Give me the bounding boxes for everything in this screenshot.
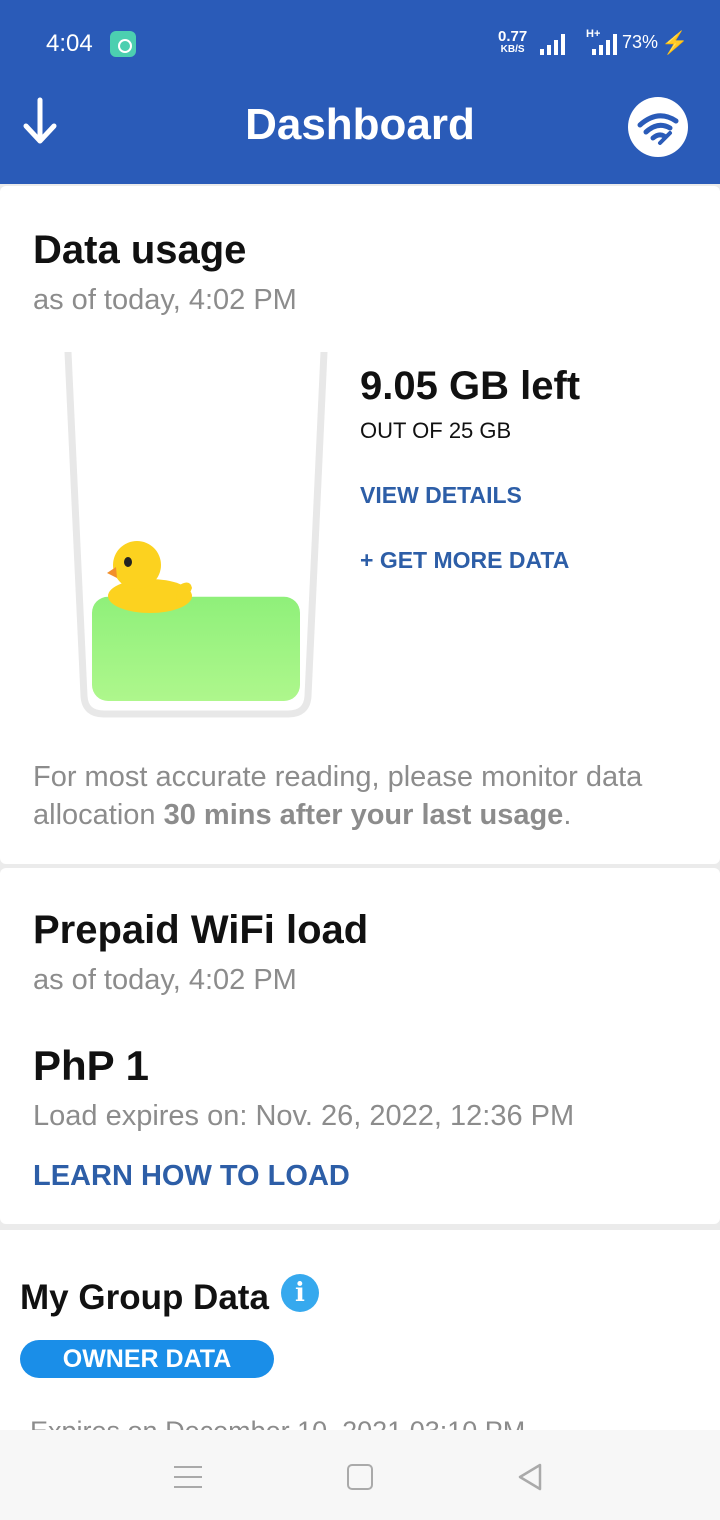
learn-how-to-load-link[interactable]: LEARN HOW TO LOAD (33, 1160, 350, 1193)
load-balance: PhP 1 (33, 1042, 149, 1089)
status-bar: 4:04 0.77 KB/S H+ 73% ⚡ (0, 0, 720, 86)
prepaid-as-of: as of today, 4:02 PM (33, 964, 297, 996)
wifi-logo-icon[interactable] (628, 97, 688, 157)
load-expiry: Load expires on: Nov. 26, 2022, 12:36 PM (33, 1100, 575, 1132)
system-nav-bar (0, 1430, 720, 1520)
battery-level: 73% (622, 32, 659, 52)
view-details-link[interactable]: VIEW DETAILS (360, 482, 522, 509)
status-time: 4:04 (46, 30, 93, 57)
signal-icon-2 (592, 33, 620, 55)
data-remaining-water (92, 596, 300, 701)
network-speed: 0.77 KB/S (498, 29, 527, 56)
data-usage-title: Data usage (33, 228, 247, 272)
group-data-expiry: Expires on December 10, 2021 03:10 PM (30, 1416, 525, 1430)
get-more-data-link[interactable]: + GET MORE DATA (360, 547, 569, 574)
prepaid-title: Prepaid WiFi load (33, 908, 369, 952)
back-icon[interactable] (516, 1462, 544, 1492)
usage-note-bold: 30 mins after your last usage (163, 799, 564, 831)
charging-icon: ⚡ (661, 30, 689, 55)
data-remaining-amount: 9.05 GB left (360, 364, 581, 408)
rubber-duck-icon (107, 541, 192, 613)
page-title: Dashboard (245, 100, 475, 149)
info-icon[interactable]: i (281, 1274, 319, 1312)
recent-apps-icon[interactable] (174, 1466, 202, 1488)
group-data-title: My Group Data (20, 1278, 269, 1317)
data-glass-illustration (64, 352, 328, 718)
usage-note-end: . (563, 799, 572, 831)
owner-data-badge[interactable]: OWNER DATA (20, 1340, 274, 1378)
network-speed-unit: KB/S (500, 44, 525, 55)
group-data-section: My Group Data i OWNER DATA Expires on De… (0, 1230, 720, 1430)
prepaid-load-card: Prepaid WiFi load as of today, 4:02 PM P… (0, 868, 720, 1224)
home-icon[interactable] (347, 1464, 373, 1490)
signal-icon (540, 33, 568, 55)
data-total-amount: OUT OF 25 GB (360, 418, 512, 443)
app-notification-icon (110, 31, 136, 57)
data-usage-as-of: as of today, 4:02 PM (33, 284, 297, 316)
app-bar: Dashboard (0, 86, 720, 184)
usage-note: For most accurate reading, please monito… (33, 758, 693, 834)
data-usage-card: Data usage as of today, 4:02 PM 9.05 GB … (0, 186, 720, 864)
